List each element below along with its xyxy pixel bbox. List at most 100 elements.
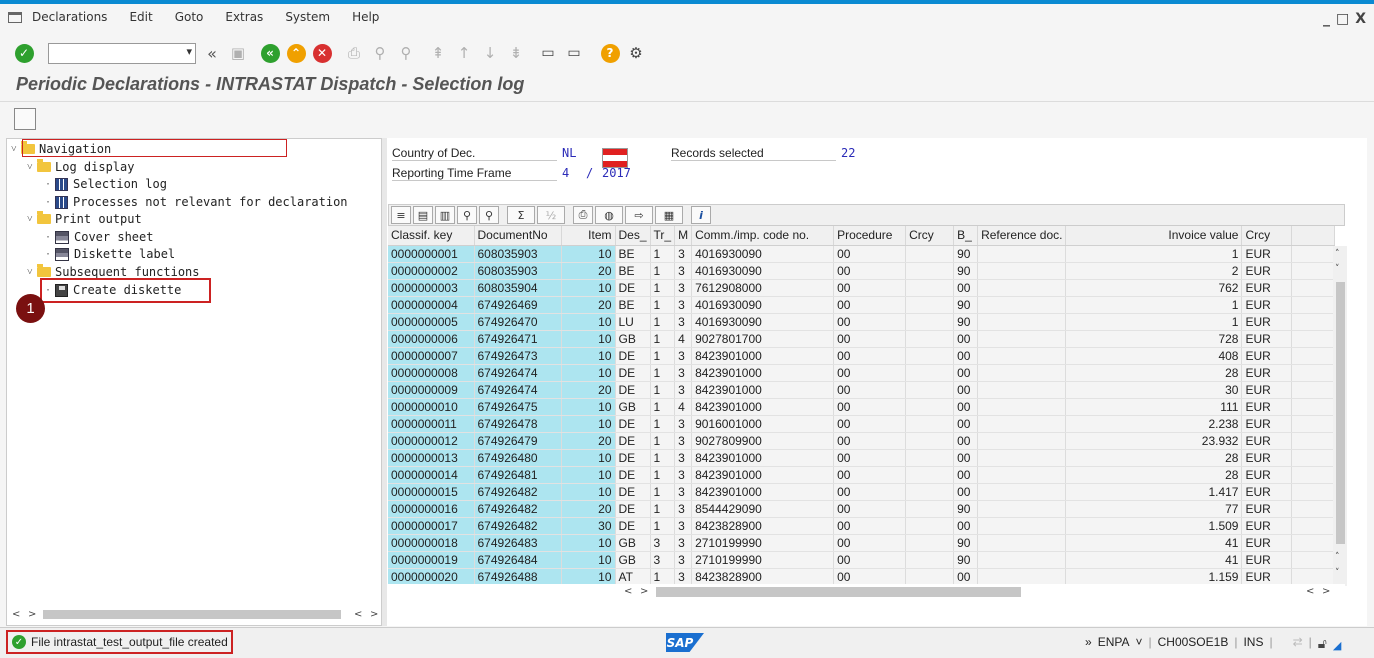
table-row[interactable]: 0000000006 674926471 10 GB 1 4 9027801700 00 00 7… [388, 330, 1336, 348]
table-cell[interactable]: 00 [953, 466, 979, 484]
table-cell[interactable]: 0000000020 [388, 568, 475, 586]
table-cell[interactable]: 674926484 [474, 551, 562, 569]
table-cell[interactable] [977, 415, 1067, 433]
table-row[interactable]: 0000000010 674926475 10 GB 1 4 8423901000 00 00 1… [388, 398, 1336, 416]
table-cell[interactable]: BE [615, 262, 651, 280]
menu-help[interactable]: Help [352, 10, 379, 24]
table-cell[interactable]: 1 [650, 449, 676, 467]
table-cell[interactable]: 674926480 [474, 449, 562, 467]
table-cell[interactable]: 0000000004 [388, 296, 475, 314]
table-cell[interactable]: 00 [953, 568, 979, 586]
table-cell[interactable]: 00 [833, 432, 907, 450]
resize-grip-icon[interactable]: ◢ [1333, 639, 1341, 652]
table-cell[interactable]: 1 [650, 381, 676, 399]
table-cell[interactable]: 1 [1065, 296, 1243, 314]
scroll-thumb[interactable] [1336, 282, 1345, 544]
minimize-icon[interactable]: _ [1323, 11, 1330, 27]
table-row[interactable]: 0000000014 674926481 10 DE 1 3 8423901000 00 00 2… [388, 466, 1336, 484]
table-cell[interactable]: 2.238 [1065, 415, 1243, 433]
table-cell[interactable]: 1 [650, 330, 676, 348]
table-cell[interactable]: 1 [650, 347, 676, 365]
exit-icon[interactable]: ⌃ [286, 43, 306, 63]
table-row[interactable]: 0000000015 674926482 10 DE 1 3 8423901000 00 00 1… [388, 483, 1336, 501]
table-cell[interactable]: EUR [1241, 483, 1293, 501]
table-cell[interactable]: 00 [953, 432, 979, 450]
close-icon[interactable]: X [1355, 11, 1366, 27]
table-cell[interactable]: 00 [833, 568, 907, 586]
table-cell[interactable]: EUR [1241, 415, 1293, 433]
table-cell[interactable]: EUR [1241, 245, 1293, 263]
table-cell[interactable]: 9027809900 [691, 432, 835, 450]
details-icon[interactable]: ≡ [391, 206, 411, 224]
subtotal-icon[interactable]: ½ [537, 206, 565, 224]
table-cell[interactable]: 30 [1065, 381, 1243, 399]
table-cell[interactable]: 0000000013 [388, 449, 475, 467]
next-page-icon[interactable]: ↓ [480, 43, 500, 63]
table-cell[interactable]: 10 [561, 568, 616, 586]
table-cell[interactable]: 00 [833, 279, 907, 297]
table-cell[interactable]: 608035903 [474, 262, 562, 280]
table-cell[interactable]: 10 [561, 449, 616, 467]
table-cell[interactable]: 4 [674, 330, 693, 348]
table-cell[interactable]: 1 [650, 262, 676, 280]
table-cell[interactable]: 674926474 [474, 364, 562, 382]
table-cell[interactable]: 0000000009 [388, 381, 475, 399]
table-cell[interactable]: 674926482 [474, 483, 562, 501]
table-cell[interactable]: 00 [833, 313, 907, 331]
table-cell[interactable]: 0000000006 [388, 330, 475, 348]
tree-node-print-output[interactable]: ˅ Print output [27, 211, 142, 227]
scroll-left-icon[interactable]: < [1306, 586, 1314, 597]
expand-status-icon[interactable]: » [1085, 635, 1092, 652]
table-cell[interactable]: 3 [674, 262, 693, 280]
table-cell[interactable]: 00 [833, 517, 907, 535]
tree-node-diskette-label[interactable]: · Diskette label [45, 246, 175, 262]
table-cell[interactable]: 4016930090 [691, 313, 835, 331]
table-cell[interactable]: 608035904 [474, 279, 562, 297]
table-cell[interactable]: 9027801700 [691, 330, 835, 348]
tree-node-navigation[interactable]: ˅ Navigation [11, 141, 111, 157]
table-row[interactable]: 0000000012 674926479 20 DE 1 3 9027809900 00 00 2… [388, 432, 1336, 450]
table-cell[interactable] [905, 245, 955, 263]
table-cell[interactable]: 00 [953, 483, 979, 501]
table-row[interactable]: 0000000020 674926488 10 AT 1 3 8423828900 00 00 1… [388, 568, 1336, 586]
table-cell[interactable]: EUR [1241, 534, 1293, 552]
table-cell[interactable]: 674926482 [474, 500, 562, 518]
table-cell[interactable] [905, 398, 955, 416]
table-row[interactable]: 0000000005 674926470 10 LU 1 3 4016930090 00 90 1… [388, 313, 1336, 331]
sort-desc-icon[interactable]: ▥ [435, 206, 455, 224]
table-row[interactable]: 0000000003 608035904 10 DE 1 3 7612908000 00 00 7… [388, 279, 1336, 297]
table-cell[interactable]: 3 [674, 313, 693, 331]
table-cell[interactable]: 00 [833, 381, 907, 399]
scroll-down-icon[interactable]: ˅ [1335, 264, 1340, 274]
chevron-down-icon[interactable]: ˅ [27, 162, 37, 173]
table-cell[interactable]: 0000000019 [388, 551, 475, 569]
table-cell[interactable] [977, 500, 1067, 518]
table-cell[interactable]: DE [615, 381, 651, 399]
table-cell[interactable]: GB [615, 398, 651, 416]
table-cell[interactable]: 00 [833, 296, 907, 314]
table-cell[interactable]: 1 [650, 500, 676, 518]
table-cell[interactable]: 1 [650, 568, 676, 586]
table-cell[interactable]: AT [615, 568, 651, 586]
table-cell[interactable]: EUR [1241, 432, 1293, 450]
table-cell[interactable]: 10 [561, 551, 616, 569]
table-cell[interactable]: 3 [674, 364, 693, 382]
table-cell[interactable] [905, 551, 955, 569]
table-cell[interactable]: 674926474 [474, 381, 562, 399]
table-cell[interactable]: 4 [674, 398, 693, 416]
table-cell[interactable]: 3 [674, 568, 693, 586]
table-cell[interactable]: 3 [674, 517, 693, 535]
layout-icon[interactable]: ▦ [655, 206, 683, 224]
table-cell[interactable]: 0000000012 [388, 432, 475, 450]
table-cell[interactable]: 8544429090 [691, 500, 835, 518]
tree-node-selection-log[interactable]: · Selection log [45, 176, 167, 192]
table-cell[interactable]: DE [615, 500, 651, 518]
table-cell[interactable]: 00 [953, 330, 979, 348]
table-cell[interactable]: 10 [561, 347, 616, 365]
table-cell[interactable]: 674926471 [474, 330, 562, 348]
table-cell[interactable]: 3 [650, 534, 676, 552]
help-icon[interactable]: ? [600, 43, 620, 63]
table-cell[interactable]: 2 [1065, 262, 1243, 280]
table-cell[interactable]: 0000000003 [388, 279, 475, 297]
menu-declarations[interactable]: Declarations [32, 10, 107, 24]
